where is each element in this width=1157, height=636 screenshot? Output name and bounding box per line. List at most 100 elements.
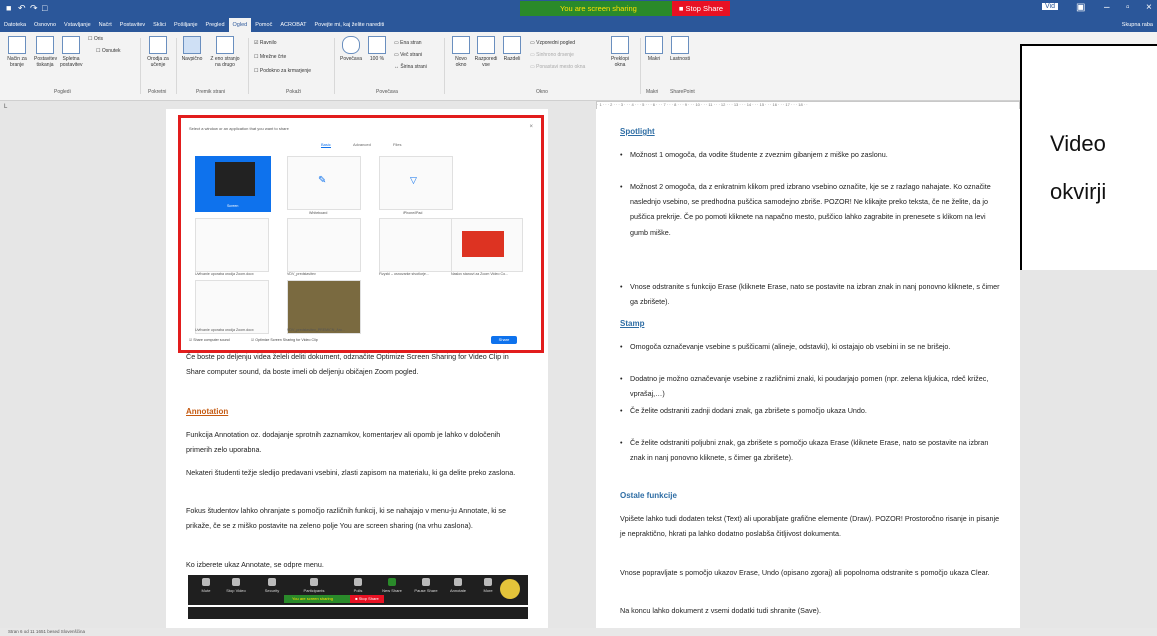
tab-file[interactable]: Datoteka [0,22,30,28]
macros-icon [645,36,663,54]
background-area [1020,270,1157,628]
navigation-pane-check[interactable]: ☐ Podokno za krmarjenje [254,68,324,74]
minimize-icon[interactable]: – [1104,2,1110,13]
tab-view[interactable]: Ogled [228,18,252,32]
switch-windows-button[interactable]: Preklopi okna [608,36,632,68]
thumb-label: Uvfivanie uporaba orodja Zoom.docx [195,328,254,332]
document-page-left[interactable]: Select a window or an application that y… [166,109,548,629]
tab-layout[interactable]: Postavitev [116,22,149,28]
paragraph: Na koncu lahko dokument z vsemi dodatki … [620,606,821,615]
share-button[interactable]: Skupna raba [1118,22,1157,28]
macros-button[interactable]: Makri [644,36,664,62]
polls-icon: Polls [344,578,372,593]
split-button[interactable]: Razdeli [502,36,522,62]
learning-tools-icon [149,36,167,54]
tab-insert[interactable]: Vstavljanje [60,22,95,28]
page-width-button[interactable]: ↔ Širina strani [394,64,438,70]
learning-tools-button[interactable]: Orodja za učenje [146,36,170,68]
side-to-side-button[interactable]: Z eno stranjo na drugo [210,36,240,68]
group-zoom: Povečava [376,89,398,95]
group-page-movement: Premik strani [196,89,226,95]
print-layout-icon [36,36,54,54]
tab-basic: Basic [321,142,331,148]
airplay-icon: ▽ [410,175,417,185]
arrange-all-icon [477,36,495,54]
switch-windows-icon [611,36,629,54]
list-item: • Če želite odstraniti poljubni znak, ga … [620,435,1000,465]
new-window-button[interactable]: Novo okno [450,36,472,68]
tab-references[interactable]: Sklici [149,22,170,28]
pen-icon: ✎ [318,175,327,186]
maximize-icon[interactable]: ▫ [1126,2,1130,13]
print-preview-icon[interactable]: □ [42,3,47,13]
paragraph: Če boste po deljenju videa želeli deliti… [186,352,509,376]
thumb-label: Screen [227,204,239,208]
binders-thumbnail [287,280,361,334]
tab-files: Files [393,142,402,147]
thumb-label: VDV_predstavitev_PREMICN_Aru... [287,328,345,332]
ribbon-display-icon[interactable]: ▣ [1076,2,1085,13]
heading-annotation: Annotation [186,407,229,416]
tab-help[interactable]: Pomoč [251,22,276,28]
bullet: • [620,406,623,415]
one-page-button[interactable]: ▭ Ena stran [394,40,438,46]
arrange-all-button[interactable]: Razporedi vse [474,36,498,68]
web-layout-icon [62,36,80,54]
tab-acrobat[interactable]: ACROBAT [276,22,310,28]
redo-icon[interactable]: ↷ [30,3,38,14]
undo-icon[interactable]: ↶ [18,3,26,14]
tell-me-search[interactable]: Povejte mi, kaj želite narediti [311,22,389,28]
thumb-label: Fizyzki – osnovarke stvotlorje... [379,272,429,276]
paragraph: Ko izberete ukaz Annotate, se odpre menu… [186,560,324,569]
annotate-highlight [500,579,520,599]
save-icon[interactable]: ■ [6,3,11,13]
optimize-video-check: ☑ Optimize Screen Sharing for Video Clip [251,338,318,342]
thumb-label: iPhone/iPad [403,211,423,215]
paragraph: Vpišete lahko tudi dodaten tekst (Text) … [620,514,1000,538]
divider [444,38,445,94]
vertical-icon [183,36,201,54]
draft-check[interactable]: ☐ Osnutek [96,48,126,54]
document-page-right[interactable]: Spotlight • Možnost 1 omogoča, da vodite … [596,109,1020,629]
paragraph: Fokus študentov lahko ohranjate s pomočj… [186,506,507,530]
side-by-side-button[interactable]: ▭ Vzporedni pogled [530,40,600,46]
group-window: Okno [536,89,548,95]
sync-scroll-button[interactable]: ▭ Sinhrono drsenje [530,52,600,58]
tab-selector[interactable]: L [4,104,7,110]
screen-preview [215,162,255,196]
vertical-button[interactable]: Navpično [180,36,204,62]
document-thumbnail [195,280,269,334]
annotation-tools-screenshot [188,607,528,619]
screen-sharing-bar[interactable]: You are screen sharing ■ Stop Share [520,1,730,16]
properties-button[interactable]: Lastnosti [668,36,692,62]
ruler-check[interactable]: ☑ Ravnilo [254,40,314,46]
group-macros: Makri [646,89,659,95]
status-bar: Stran 6 od 11 1651 besed Slovenščina [0,628,1157,636]
user-badge[interactable]: Vid [1042,3,1058,10]
video-frame[interactable]: Video okvirji [1020,44,1157,274]
zoom-button[interactable]: Povečava [340,36,362,62]
gridlines-check[interactable]: ☐ Mrežne črte [254,54,314,60]
tab-home[interactable]: Osnovno [30,22,60,28]
print-layout-button[interactable]: Postavitev tiskanja [34,36,57,68]
paragraph: Nekateri študenti težje sledijo predavan… [186,468,516,477]
document-thumbnail [379,218,453,272]
tab-design[interactable]: Načrt [95,22,116,28]
tab-mailings[interactable]: Pošiljanje [170,22,202,28]
stop-video-icon: Stop Video [222,578,250,593]
close-icon[interactable]: × [1146,2,1152,13]
share-sound-check: ☑ Share computer sound [189,338,230,342]
new-window-icon [452,36,470,54]
tab-review[interactable]: Pregled [202,22,229,28]
divider [140,38,141,94]
iphone-thumbnail: ▽ [379,156,453,210]
multiple-pages-button[interactable]: ▭ Več strani [394,52,438,58]
reset-window-button[interactable]: ▭ Ponastavi mesto okna [530,64,600,70]
list-item: • Omogoča označevanje vsebine s puščicami… [620,339,1000,354]
read-mode-button[interactable]: Način za branje [6,36,28,68]
divider [640,38,641,94]
zoom-100-button[interactable]: 100 % [366,36,388,62]
web-layout-button[interactable]: Spletna postavitev [60,36,83,68]
outline-check[interactable]: ☐ Oris [88,36,110,42]
stop-share-button[interactable]: ■ Stop Share [672,1,730,16]
